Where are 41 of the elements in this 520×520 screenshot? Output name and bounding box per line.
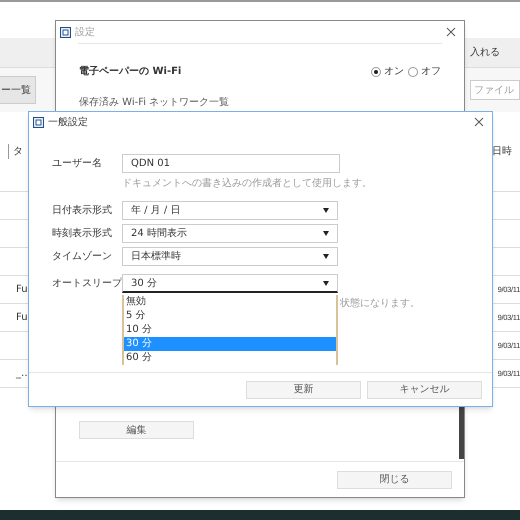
field-label: 日付表示形式 [52,204,113,218]
field-label: ユーザー名 [52,157,103,171]
app-icon [60,26,71,38]
dropdown-option[interactable]: 無効 [124,295,336,309]
select-field[interactable]: 日本標準時 [122,247,338,266]
caret-icon [323,280,329,286]
edit-button[interactable]: 編集 [79,421,194,439]
caret-icon [323,208,329,213]
dialog-button[interactable]: 更新 [246,380,361,398]
field-label: 時刻表示形式 [52,226,113,241]
dropdown-option[interactable]: 60 分 [124,351,336,365]
field-label: オートスリープ [52,276,122,291]
hint-text: ドキュメントへの書き込みの作成者として使用します。 [122,176,372,191]
search-field[interactable]: ファイル [470,80,520,100]
close-icon[interactable] [446,27,456,37]
caret-icon [323,254,329,259]
select-field[interactable]: 30 分 [122,274,338,293]
field-label: タイムゾーン [52,250,113,264]
text-field[interactable]: QDN 01 [122,154,340,173]
radio-option[interactable]: オン [371,64,404,79]
select-field[interactable]: 年 / 月 / 日 [122,201,338,220]
section-label: 保存済み Wi-Fi ネットワーク一覧 [78,96,230,110]
table-cell-text: Fu [16,283,28,297]
list-button[interactable]: ー一覧 [0,76,36,104]
column-header[interactable]: タ [8,144,23,159]
dialog-title: 一般設定 [48,116,88,130]
column-header[interactable]: 日時 [492,144,512,159]
wifi-label: 電子ペーパーの Wi-Fi [79,64,182,79]
select-field[interactable]: 24 時間表示 [122,224,338,243]
dropdown-option[interactable]: 5 分 [124,309,336,323]
toolbar-action[interactable]: 入れる [470,45,500,60]
app-icon [33,116,44,128]
window-title: 設定 [75,26,95,40]
caret-icon [323,231,329,236]
close-icon[interactable] [474,117,484,127]
dropdown-option[interactable]: 10 分 [124,323,336,337]
dialog-button[interactable]: キャンセル [367,380,482,398]
hint-text: 状態になります。 [340,296,420,311]
table-cell-text: Fu [16,311,28,325]
close-button[interactable]: 閉じる [337,470,452,488]
radio-option[interactable]: オフ [408,64,441,79]
